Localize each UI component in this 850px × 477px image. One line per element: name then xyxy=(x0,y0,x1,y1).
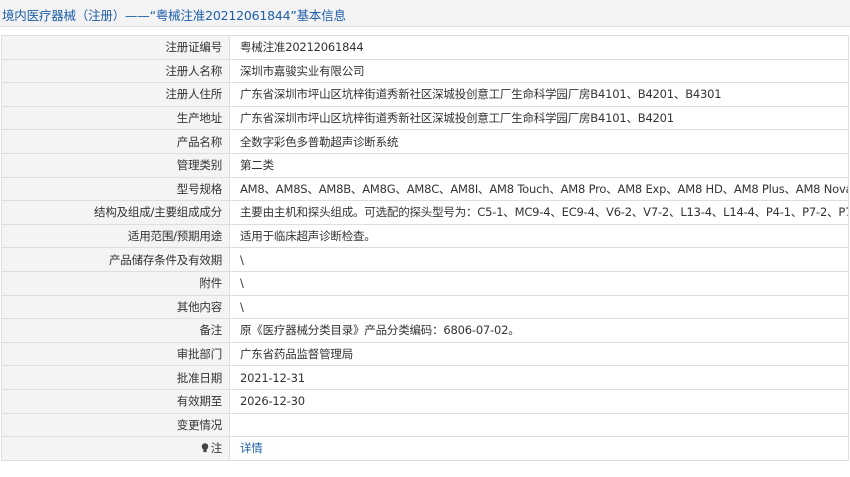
field-value-text: 广东省药品监督管理局 xyxy=(240,347,353,362)
field-label-model-spec: 型号规格 xyxy=(1,176,230,202)
field-value-text: 广东省深圳市坪山区坑梓街道秀新社区深城投创意工厂生命科学园厂房B4101、B42… xyxy=(240,87,722,102)
field-label-text: 注册证编号 xyxy=(165,40,223,55)
field-value-certificate-number: 粤械注准20212061844 xyxy=(229,35,849,60)
table-row: 注册证编号 粤械注准20212061844 xyxy=(1,35,849,60)
field-label-text: 备注 xyxy=(199,323,222,338)
info-table-body: 注册证编号 粤械注准20212061844 注册人名称 深圳市嘉骏实业有限公司注册人住… xyxy=(1,35,849,461)
field-label-storage-conditions: 产品储存条件及有效期 xyxy=(1,247,230,272)
field-label-other-content: 其他内容 xyxy=(1,294,230,320)
info-table: 注册证编号 粤械注准20212061844 注册人名称 深圳市嘉骏实业有限公司注册人住… xyxy=(1,35,849,461)
field-label-text: 注册人住所 xyxy=(165,87,223,102)
field-label-management-category: 管理类别 xyxy=(1,152,230,178)
field-label-text: 批准日期 xyxy=(176,370,222,385)
field-label-valid-until: 有效期至 xyxy=(1,388,230,414)
field-label-note: 注 xyxy=(1,436,230,461)
field-label-text: 其他内容 xyxy=(176,299,222,314)
field-label-remarks: 备注 xyxy=(1,318,230,343)
field-value-note[interactable]: 详情 xyxy=(229,436,849,461)
table-row: 注册人住所 广东省深圳市坪山区坑梓街道秀新社区深城投创意工厂生命科学园厂房B410… xyxy=(1,82,849,107)
field-value-valid-until: 2026-12-30 xyxy=(229,388,849,414)
field-label-text: 结构及组成/主要组成成分 xyxy=(94,205,222,220)
page-title: 境内医疗器械（注册）——“粤械注准20212061844”基本信息 xyxy=(2,8,346,23)
table-row: 注册人名称 深圳市嘉骏实业有限公司 xyxy=(1,58,849,84)
field-value-model-spec: AM8、AM8S、AM8B、AM8G、AM8C、AM8I、AM8 Touch、A… xyxy=(229,176,849,202)
field-value-management-category: 第二类 xyxy=(229,152,849,178)
field-value-text: 2026-12-30 xyxy=(240,394,305,409)
table-row: 生产地址 广东省深圳市坪山区坑梓街道秀新社区深城投创意工厂生命科学园厂房B4101… xyxy=(1,105,849,131)
field-value-text: 粤械注准20212061844 xyxy=(240,40,364,55)
field-value-registrant-name: 深圳市嘉骏实业有限公司 xyxy=(229,58,849,84)
table-row: 产品储存条件及有效期 \ xyxy=(1,247,849,272)
field-value-text: \ xyxy=(240,299,244,314)
field-value-text: 第二类 xyxy=(240,158,274,173)
field-label-text: 适用范围/预期用途 xyxy=(127,229,222,244)
table-row: 适用范围/预期用途 适用于临床超声诊断检查。 xyxy=(1,223,849,249)
details-link[interactable]: 详情 xyxy=(240,441,263,455)
field-label-text: 产品储存条件及有效期 xyxy=(109,252,222,267)
field-value-text: 主要由主机和探头组成。可选配的探头型号为：C5-1、MC9-4、EC9-4、V6… xyxy=(240,205,849,220)
lightbulb-icon xyxy=(201,443,208,453)
field-value-remarks: 原《医疗器械分类目录》产品分类编码：6806-07-02。 xyxy=(229,318,849,343)
field-value-text: 深圳市嘉骏实业有限公司 xyxy=(240,63,365,78)
field-label-text: 有效期至 xyxy=(176,394,222,409)
table-row: 注 详情 xyxy=(1,436,849,461)
field-value-approval-department: 广东省药品监督管理局 xyxy=(229,341,849,367)
field-label-approval-date: 批准日期 xyxy=(1,365,230,390)
field-label-certificate-number: 注册证编号 xyxy=(1,35,230,60)
page-header: 境内医疗器械（注册）——“粤械注准20212061844”基本信息 xyxy=(0,0,850,27)
table-row: 变更情况 xyxy=(1,412,849,438)
field-label-registrant-name: 注册人名称 xyxy=(1,58,230,84)
field-value-change-status xyxy=(229,412,849,438)
table-row: 审批部门 广东省药品监督管理局 xyxy=(1,341,849,367)
field-label-text: 管理类别 xyxy=(176,158,222,173)
field-value-text: 2021-12-31 xyxy=(240,370,305,385)
table-row: 其他内容 \ xyxy=(1,294,849,320)
table-row: 管理类别 第二类 xyxy=(1,152,849,178)
field-value-text: 全数字彩色多普勒超声诊断系统 xyxy=(240,134,399,149)
table-row: 结构及组成/主要组成成分 主要由主机和探头组成。可选配的探头型号为：C5-1、MC… xyxy=(1,200,849,225)
field-label-text: 生产地址 xyxy=(176,111,222,126)
field-label-text: 产品名称 xyxy=(176,134,222,149)
table-row: 有效期至 2026-12-30 xyxy=(1,388,849,414)
field-value-text: AM8、AM8S、AM8B、AM8G、AM8C、AM8I、AM8 Touch、A… xyxy=(240,181,849,196)
field-label-text: 变更情况 xyxy=(176,417,222,432)
field-label-text: 附件 xyxy=(199,276,222,291)
field-value-storage-conditions: \ xyxy=(229,247,849,272)
field-value-text: 原《医疗器械分类目录》产品分类编码：6806-07-02。 xyxy=(240,323,520,338)
field-value-attachments: \ xyxy=(229,270,849,296)
field-value-other-content: \ xyxy=(229,294,849,320)
table-row: 批准日期 2021-12-31 xyxy=(1,365,849,390)
table-row: 型号规格 AM8、AM8S、AM8B、AM8G、AM8C、AM8I、AM8 Tou… xyxy=(1,176,849,202)
field-value-text: 广东省深圳市坪山区坑梓街道秀新社区深城投创意工厂生命科学园厂房B4101、B42… xyxy=(240,111,674,126)
field-value-text: \ xyxy=(240,252,244,267)
field-label-text: 注 xyxy=(210,441,223,456)
field-label-product-name: 产品名称 xyxy=(1,129,230,154)
field-label-registrant-address: 注册人住所 xyxy=(1,82,230,107)
table-row: 备注 原《医疗器械分类目录》产品分类编码：6806-07-02。 xyxy=(1,318,849,343)
field-value-product-name: 全数字彩色多普勒超声诊断系统 xyxy=(229,129,849,154)
field-label-change-status: 变更情况 xyxy=(1,412,230,438)
field-label-scope-of-use: 适用范围/预期用途 xyxy=(1,223,230,249)
field-label-text: 注册人名称 xyxy=(165,63,223,78)
field-value-scope-of-use: 适用于临床超声诊断检查。 xyxy=(229,223,849,249)
field-value-registrant-address: 广东省深圳市坪山区坑梓街道秀新社区深城投创意工厂生命科学园厂房B4101、B42… xyxy=(229,82,849,107)
field-value-production-address: 广东省深圳市坪山区坑梓街道秀新社区深城投创意工厂生命科学园厂房B4101、B42… xyxy=(229,105,849,131)
field-label-production-address: 生产地址 xyxy=(1,105,230,131)
field-label-approval-department: 审批部门 xyxy=(1,341,230,367)
field-label-attachments: 附件 xyxy=(1,270,230,296)
field-value-text: \ xyxy=(240,276,244,291)
table-row: 产品名称 全数字彩色多普勒超声诊断系统 xyxy=(1,129,849,154)
field-value-text: 适用于临床超声诊断检查。 xyxy=(240,229,376,244)
field-label-text: 审批部门 xyxy=(176,347,222,362)
field-label-text: 型号规格 xyxy=(176,181,222,196)
table-row: 附件 \ xyxy=(1,270,849,296)
field-value-approval-date: 2021-12-31 xyxy=(229,365,849,390)
field-value-structure-composition: 主要由主机和探头组成。可选配的探头型号为：C5-1、MC9-4、EC9-4、V6… xyxy=(229,200,849,225)
field-label-structure-composition: 结构及组成/主要组成成分 xyxy=(1,200,230,225)
